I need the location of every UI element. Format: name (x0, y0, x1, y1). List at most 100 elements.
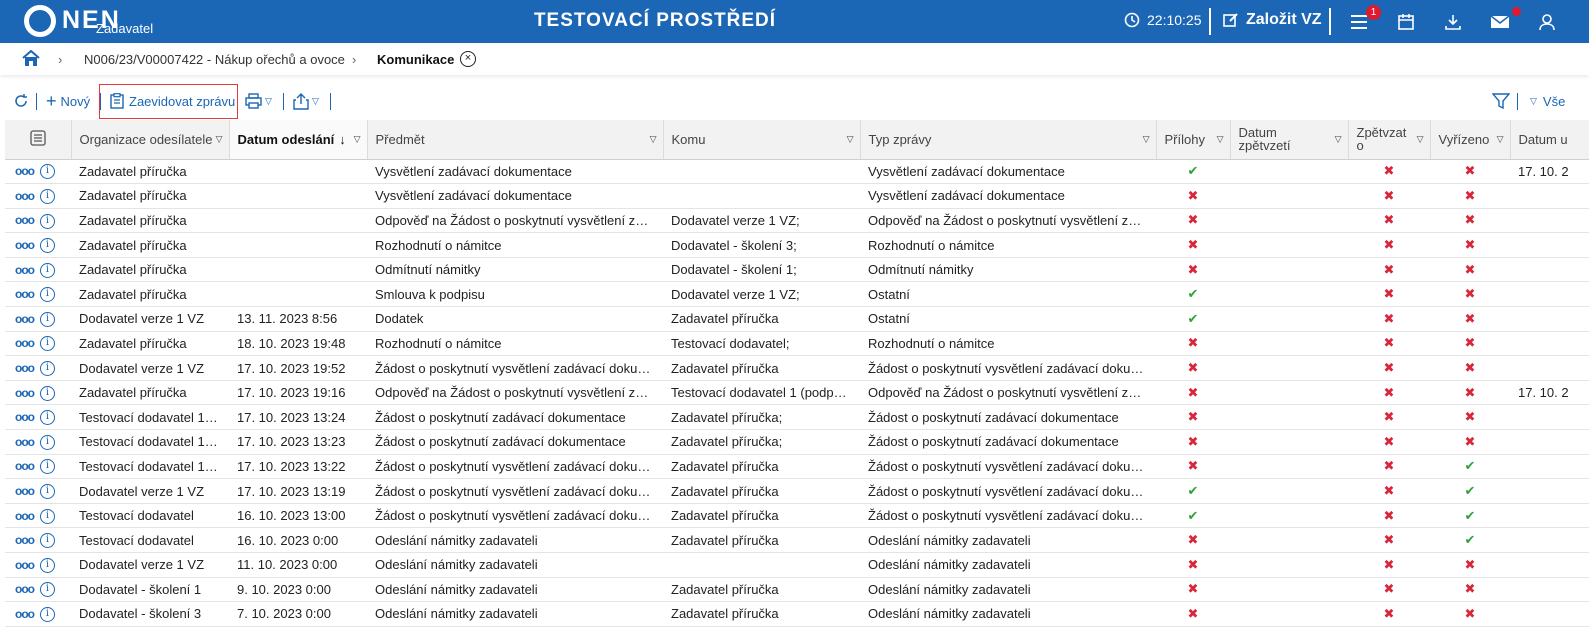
table-row[interactable]: ooo i Dodavatel verze 1 VZ 13. 11. 2023 8:5… (5, 306, 1589, 332)
column-header-attachments[interactable]: Přílohy ▽ (1156, 120, 1231, 160)
table-row[interactable]: ooo i Zadavatel příručka Vysvětlení zadávac… (5, 183, 1589, 209)
more-icon[interactable]: ooo (15, 435, 37, 449)
info-icon[interactable]: i (40, 582, 55, 598)
info-icon[interactable]: i (40, 434, 55, 450)
create-vz-button[interactable]: Založit VZ (1222, 11, 1322, 29)
filter-triangle-icon[interactable]: ▽ (847, 133, 854, 146)
view-select[interactable]: ▽ Vše (1527, 84, 1565, 118)
cell-to: Zadavatel příručka (663, 601, 860, 627)
filter-triangle-icon[interactable]: ▽ (216, 133, 223, 146)
more-icon[interactable]: ooo (15, 312, 37, 326)
more-icon[interactable]: ooo (15, 484, 37, 498)
column-header-resolved[interactable]: Vyřízeno ▽ (1430, 120, 1511, 160)
breadcrumb-item-procurement[interactable]: N006/23/V00007422 - Nákup ořechů a ovoce (84, 52, 345, 67)
filter-button[interactable] (1492, 84, 1510, 118)
download-icon[interactable] (1442, 11, 1464, 33)
info-icon[interactable]: i (40, 385, 55, 401)
more-icon[interactable]: ooo (15, 263, 37, 277)
filter-triangle-icon[interactable]: ▽ (354, 133, 361, 146)
close-icon[interactable]: × (460, 51, 476, 67)
more-icon[interactable]: ooo (15, 189, 37, 203)
more-icon[interactable]: ooo (15, 459, 37, 473)
info-icon[interactable]: i (40, 287, 55, 303)
table-row[interactable]: oooi Testovací dodavatel 1 (podpora) 17. 1… (5, 429, 1589, 455)
cell-attachments: ✖ (1156, 232, 1230, 258)
cell-type: Žádost o poskytnutí vysvětlení zadávací … (860, 355, 1156, 381)
filter-triangle-icon[interactable]: ▽ (1497, 133, 1504, 146)
info-icon[interactable]: i (40, 607, 55, 623)
column-header-to[interactable]: Komu ▽ (663, 120, 861, 160)
cross-icon: ✖ (1187, 237, 1199, 253)
more-icon[interactable]: ooo (15, 213, 37, 227)
info-icon[interactable]: i (40, 164, 55, 180)
table-row[interactable]: ooo i Dodavatel verze 1 VZ 11. 10. 2023 0:0… (5, 552, 1589, 578)
more-icon[interactable]: ooo (15, 582, 37, 596)
refresh-button[interactable] (13, 84, 29, 118)
print-menu-button[interactable]: ▽ (245, 84, 272, 118)
more-icon[interactable]: ooo (15, 509, 37, 523)
more-icon[interactable]: ooo (15, 533, 37, 547)
info-icon[interactable]: i (40, 459, 55, 475)
filter-triangle-icon[interactable]: ▽ (1335, 133, 1342, 146)
user-icon[interactable] (1536, 11, 1558, 33)
more-icon[interactable]: ooo (15, 164, 37, 178)
record-message-button[interactable]: Zaevidovat zprávu (110, 84, 235, 118)
table-row[interactable]: ooo i Zadavatel příručka Odpověď na Žádost … (5, 208, 1589, 234)
cell-sent-date (229, 281, 367, 308)
info-icon[interactable]: i (40, 262, 55, 278)
more-icon[interactable]: ooo (15, 386, 37, 400)
table-row[interactable]: ooo i Dodavatel - školení 3 7. 10. 2023 0:0… (5, 601, 1589, 627)
info-icon[interactable]: i (40, 188, 55, 204)
column-header-other-date[interactable]: Datum u (1510, 120, 1589, 160)
table-row[interactable]: ooo i Zadavatel příručka Vysvětlení zadávac… (5, 159, 1589, 185)
filter-triangle-icon[interactable]: ▽ (1143, 133, 1150, 146)
table-row[interactable]: ooo i Zadavatel příručka Smlouva k podpisu D… (5, 281, 1589, 308)
table-row[interactable]: ooo i Zadavatel příručka 18. 10. 2023 19:48… (5, 331, 1589, 357)
table-row[interactable]: ooo i Zadavatel příručka Odmítnutí námitky D… (5, 257, 1589, 283)
table-row[interactable]: ooo i Zadavatel příručka 17. 10. 2023 19:16… (5, 380, 1589, 406)
cell-sender: Testovací dodavatel 1 (podpora) (71, 404, 229, 431)
mail-icon[interactable] (1489, 11, 1511, 33)
filter-triangle-icon[interactable]: ▽ (650, 133, 657, 146)
more-icon[interactable]: ooo (15, 410, 37, 424)
info-icon[interactable]: i (40, 361, 55, 377)
more-icon[interactable]: ooo (15, 558, 37, 572)
column-header-sent-date[interactable]: Datum odeslání ↓ ▽ (229, 120, 368, 160)
home-icon[interactable] (22, 49, 40, 70)
table-row[interactable]: oooi Testovací dodavatel 1 (podpora) 17. 1… (5, 454, 1589, 480)
table-row[interactable]: ooo i Dodavatel - školení 1 9. 10. 2023 0:0… (5, 577, 1589, 603)
more-icon[interactable]: ooo (15, 336, 37, 350)
filter-triangle-icon[interactable]: ▽ (1217, 133, 1224, 146)
info-icon[interactable]: i (40, 336, 55, 352)
table-row[interactable]: ooo i Dodavatel verze 1 VZ 17. 10. 2023 19:… (5, 355, 1589, 381)
table-row[interactable]: ooo i Testovací dodavatel 16. 10. 2023 13:0… (5, 503, 1589, 529)
more-icon[interactable]: ooo (15, 607, 37, 621)
new-button[interactable]: + Nový (46, 84, 90, 118)
calendar-icon[interactable] (1395, 11, 1417, 33)
cell-sent-date: 17. 10. 2023 13:24 (229, 404, 367, 431)
table-row[interactable]: ooo i Testovací dodavatel 16. 10. 2023 0:00… (5, 527, 1589, 553)
more-icon[interactable]: ooo (15, 361, 37, 375)
column-header-withdrawn[interactable]: Zpětvzat o ▽ (1348, 120, 1431, 160)
cell-sent-date: 18. 10. 2023 19:48 (229, 331, 367, 357)
info-icon[interactable]: i (40, 557, 55, 573)
column-header-type[interactable]: Typ zprávy ▽ (860, 120, 1157, 160)
info-icon[interactable]: i (40, 508, 55, 524)
export-menu-button[interactable]: ▽ (293, 84, 319, 118)
column-header-subject[interactable]: Předmět ▽ (367, 120, 664, 160)
info-icon[interactable]: i (40, 213, 55, 229)
table-row[interactable]: ooo i Zadavatel příručka Rozhodnutí o námit… (5, 232, 1589, 258)
info-icon[interactable]: i (40, 410, 55, 426)
info-icon[interactable]: i (40, 311, 55, 327)
column-header-sender[interactable]: Organizace odesílatele ▽ (71, 120, 230, 160)
info-icon[interactable]: i (40, 533, 55, 549)
more-icon[interactable]: ooo (15, 287, 37, 301)
table-row[interactable]: oooi Testovací dodavatel 1 (podpora) 17. 1… (5, 404, 1589, 431)
table-row[interactable]: ooo i Dodavatel verze 1 VZ 17. 10. 2023 13:… (5, 478, 1589, 504)
filter-triangle-icon[interactable]: ▽ (1417, 133, 1424, 146)
column-header-withdraw-date[interactable]: Datum zpětvzetí ▽ (1230, 120, 1349, 160)
column-settings[interactable] (5, 120, 72, 160)
info-icon[interactable]: i (40, 484, 55, 500)
more-icon[interactable]: ooo (15, 238, 37, 252)
info-icon[interactable]: i (40, 238, 55, 254)
